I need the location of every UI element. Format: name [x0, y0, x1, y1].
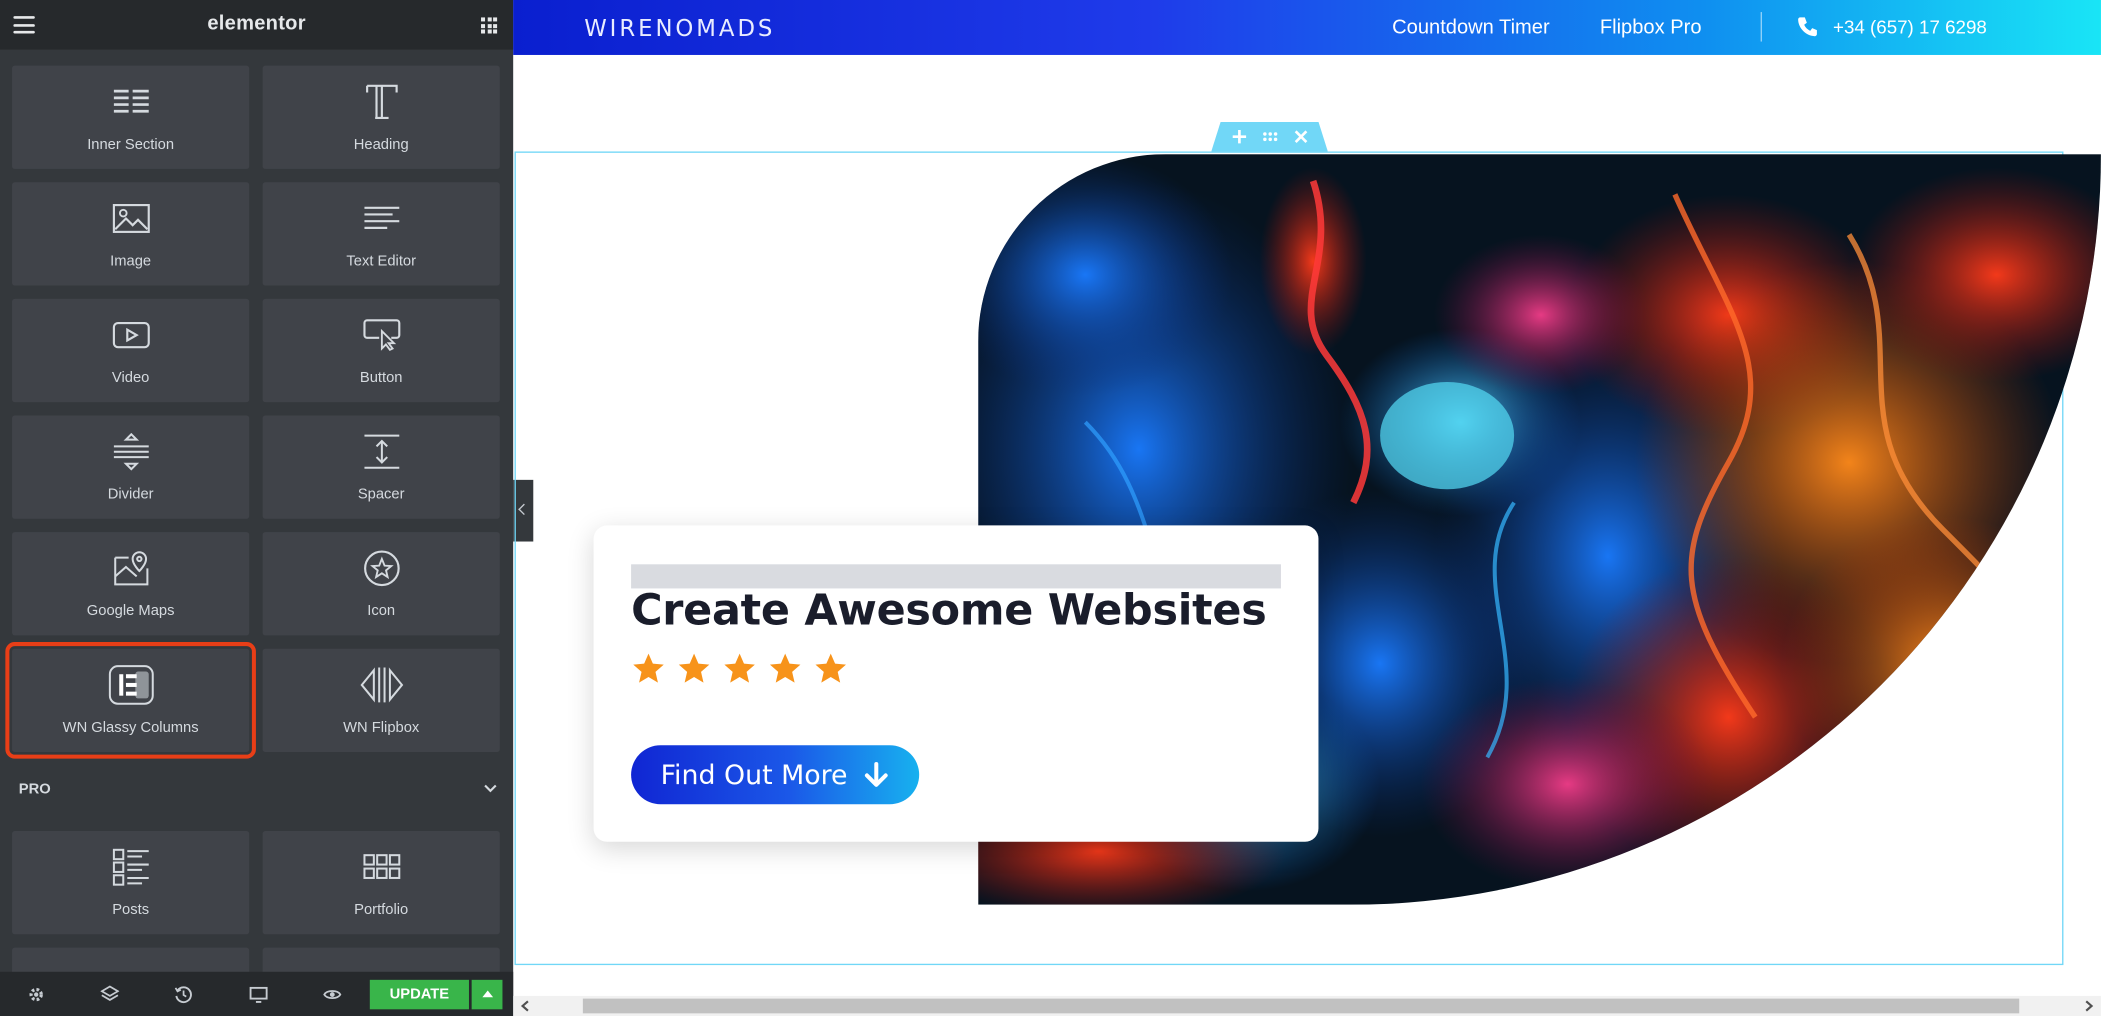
section-handle	[1211, 121, 1328, 152]
heading-icon	[263, 82, 500, 122]
star-icon	[633, 653, 664, 683]
add-section-icon[interactable]	[1230, 127, 1249, 146]
widget-label: Icon	[367, 603, 396, 620]
update-button[interactable]: UPDATE	[369, 979, 469, 1010]
scroll-left-icon[interactable]	[520, 1000, 531, 1012]
widget-label: WN Flipbox	[343, 719, 420, 736]
widget-label: Inner Section	[87, 136, 175, 153]
elementor-panel: elementor Inner Section Heading Image Te…	[0, 0, 514, 1016]
layers-navigator-icon[interactable]	[100, 985, 120, 1004]
widget-image[interactable]: Image	[12, 182, 250, 286]
chevron-down-icon	[484, 784, 497, 793]
divider-icon	[12, 432, 249, 472]
widget-heading[interactable]: Heading	[262, 65, 500, 169]
widget-label: Video	[111, 369, 150, 387]
nav-divider	[1760, 12, 1762, 42]
google-maps-icon	[12, 548, 249, 588]
nav-countdown-timer[interactable]: Countdown Timer	[1392, 16, 1550, 39]
delete-section-icon[interactable]	[1292, 127, 1311, 146]
panel-title: elementor	[207, 12, 306, 35]
widget-wn-flipbox[interactable]: WN Flipbox	[262, 648, 500, 752]
nav-flipbox-pro[interactable]: Flipbox Pro	[1600, 16, 1702, 39]
widget-label: Heading	[353, 136, 409, 153]
history-icon[interactable]	[174, 985, 193, 1004]
site-header: WIRENOMADS Countdown Timer Flipbox Pro +…	[513, 0, 2101, 55]
star-icon	[815, 653, 846, 683]
app-window: elementor Inner Section Heading Image Te…	[0, 0, 2101, 1016]
site-logo[interactable]: WIRENOMADS	[584, 16, 775, 43]
inner-section-icon	[12, 82, 249, 122]
pro-section-toggle[interactable]: PRO	[0, 773, 513, 811]
widget-portfolio[interactable]: Portfolio	[262, 831, 500, 935]
portfolio-icon	[263, 847, 500, 887]
widget-divider[interactable]: Divider	[12, 415, 250, 519]
widget-label: Divider	[107, 486, 154, 503]
widget-spacer[interactable]: Spacer	[262, 415, 500, 519]
panel-header: elementor	[0, 0, 514, 50]
star-circle-icon	[263, 548, 500, 588]
widget-google-maps[interactable]: Google Maps	[12, 532, 250, 636]
scroll-right-icon[interactable]	[2084, 1000, 2095, 1012]
star-rating	[631, 651, 859, 686]
widget-button[interactable]: Button	[262, 298, 500, 403]
image-icon	[12, 198, 249, 238]
widget-label: Image	[110, 253, 152, 270]
phone-number[interactable]: +34 (657) 17 6298	[1833, 16, 1987, 37]
settings-gear-icon[interactable]	[27, 985, 46, 1004]
preview-eye-icon[interactable]	[323, 985, 342, 1004]
scrollbar-thumb[interactable]	[582, 998, 2020, 1014]
glassy-columns-card[interactable]: Create Awesome Websites Find Out More	[593, 525, 1319, 842]
widget-label: Spacer	[357, 486, 405, 503]
arrow-down-icon	[864, 762, 888, 787]
save-options-button[interactable]	[471, 979, 503, 1010]
posts-icon	[12, 847, 249, 887]
widgets-grid-icon[interactable]	[481, 17, 498, 34]
widget-posts[interactable]: Posts	[12, 831, 250, 935]
widget-label: WN Glassy Columns	[62, 719, 199, 736]
widget-label: Text Editor	[346, 253, 417, 270]
widget-label: Portfolio	[354, 902, 409, 919]
pro-section-label: PRO	[18, 781, 51, 798]
widget-video[interactable]: Video	[12, 298, 250, 403]
star-icon	[724, 653, 755, 683]
cta-label: Find Out More	[660, 758, 848, 791]
find-out-more-button[interactable]: Find Out More	[631, 745, 920, 805]
widget-inner-section[interactable]: Inner Section	[12, 65, 250, 169]
widget-wn-glassy-columns[interactable]: WN Glassy Columns	[5, 642, 256, 759]
hero-heading[interactable]: Create Awesome Websites	[631, 584, 1267, 635]
video-icon	[12, 315, 249, 355]
star-icon	[769, 653, 801, 683]
widget-label: Google Maps	[86, 603, 175, 620]
widget-icon[interactable]: Icon	[262, 532, 500, 636]
phone-icon	[1798, 17, 1817, 37]
drag-handle-icon[interactable]	[1261, 127, 1280, 146]
panel-footer: UPDATE	[0, 971, 514, 1016]
widget-label: Button	[359, 369, 403, 387]
star-icon	[678, 653, 710, 683]
button-icon	[263, 315, 500, 355]
widget-text-editor[interactable]: Text Editor	[262, 182, 500, 286]
flipbox-icon	[263, 665, 500, 705]
horizontal-scrollbar[interactable]	[513, 995, 2101, 1016]
text-editor-icon	[263, 198, 500, 238]
responsive-desktop-icon[interactable]	[249, 985, 268, 1004]
glassy-columns-icon	[12, 665, 249, 705]
widget-label: Posts	[112, 902, 150, 919]
spacer-icon	[263, 432, 500, 472]
